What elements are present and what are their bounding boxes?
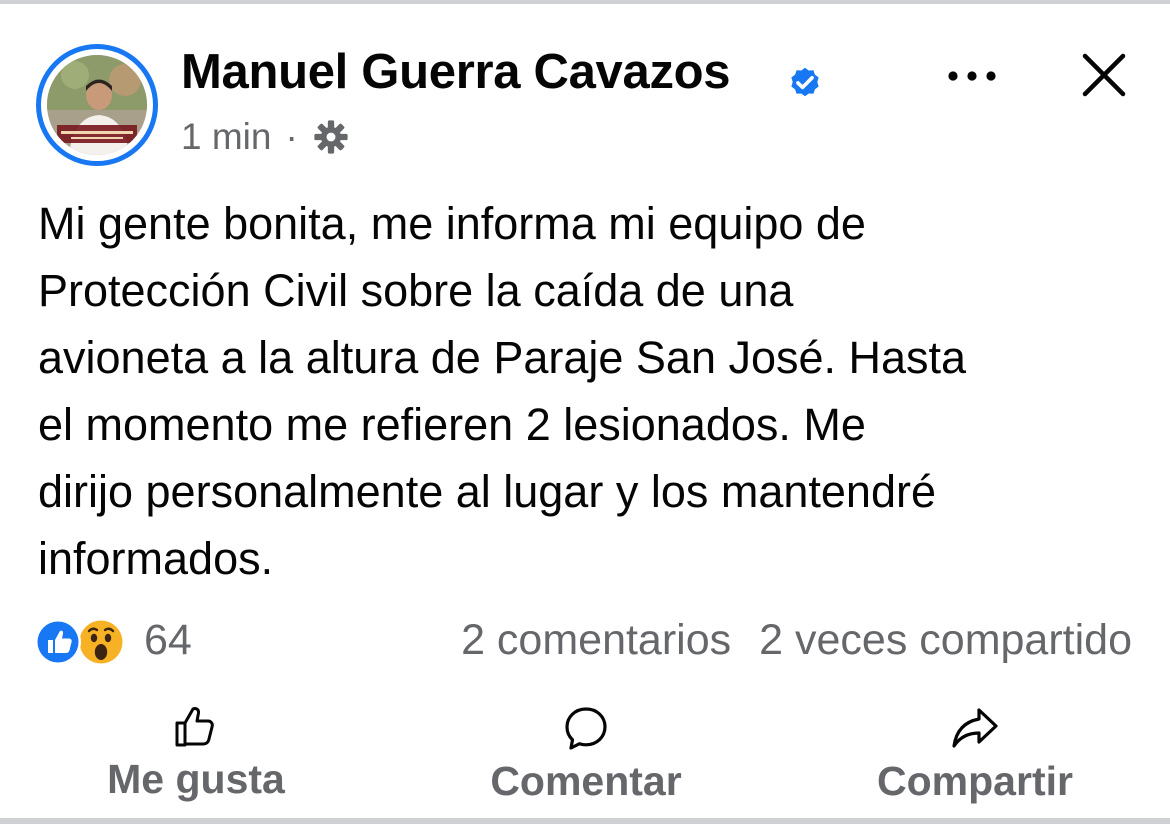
reaction-count: 64 xyxy=(144,615,192,664)
post-card: Manuel Guerra Cavazos 1 min · Mi gente b… xyxy=(0,0,1170,824)
post-meta: 1 min · xyxy=(181,116,350,158)
reaction-icons xyxy=(34,615,134,666)
post-timestamp[interactable]: 1 min xyxy=(181,116,271,158)
profile-photo-image xyxy=(47,55,147,155)
close-button[interactable] xyxy=(1078,49,1130,101)
thumbs-up-icon xyxy=(175,707,214,747)
post-body: Mi gente bonita, me informa mi equipo de… xyxy=(38,198,967,584)
post-action-bar: Me gusta Comentar Compartir xyxy=(0,704,1170,814)
reactions-summary[interactable]: 64 xyxy=(34,612,192,668)
meta-separator: · xyxy=(285,116,298,157)
engagement-stats: 2 comentarios 2 veces compartido xyxy=(461,612,1132,668)
more-options-button[interactable] xyxy=(942,56,1002,96)
avatar-photo xyxy=(47,55,147,155)
comment-button-label: Comentar xyxy=(490,758,682,804)
avatar[interactable] xyxy=(36,44,158,166)
wow-reaction-icon xyxy=(77,618,125,666)
comment-button[interactable]: Comentar xyxy=(468,704,704,805)
share-button[interactable]: Compartir xyxy=(855,704,1095,805)
author-name[interactable]: Manuel Guerra Cavazos xyxy=(181,44,731,100)
comments-count-link[interactable]: 2 comentarios xyxy=(461,616,731,665)
close-icon xyxy=(1082,53,1126,97)
share-button-label: Compartir xyxy=(877,758,1073,804)
gear-icon[interactable] xyxy=(312,118,350,156)
like-reaction-icon xyxy=(35,619,81,665)
verified-badge-icon xyxy=(791,67,819,97)
share-arrow-icon xyxy=(952,708,998,748)
like-button-label: Me gusta xyxy=(107,756,285,802)
comment-bubble-icon xyxy=(565,707,607,750)
like-button[interactable]: Me gusta xyxy=(90,704,302,803)
shares-count-link[interactable]: 2 veces compartido xyxy=(759,616,1132,665)
more-dots-icon xyxy=(948,71,996,81)
